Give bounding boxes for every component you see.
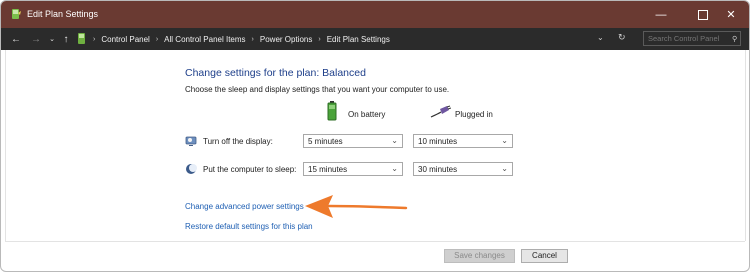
- restore-defaults-link[interactable]: Restore default settings for this plan: [185, 222, 313, 231]
- sleep-on-battery-select[interactable]: 15 minutes ⌄: [303, 162, 403, 176]
- sleep-moon-icon: [186, 164, 197, 174]
- column-on-battery: On battery: [348, 110, 386, 119]
- select-value: 15 minutes: [308, 165, 348, 174]
- content-border-right: [745, 50, 746, 241]
- save-changes-button[interactable]: Save changes: [444, 249, 515, 263]
- forward-arrow-icon[interactable]: →: [29, 32, 43, 46]
- address-dropdown-icon[interactable]: ⌄: [597, 33, 604, 42]
- chevron-down-icon[interactable]: ⌄: [45, 32, 59, 46]
- breadcrumb-item[interactable]: All Control Panel Items: [164, 35, 245, 44]
- up-arrow-icon[interactable]: ↑: [59, 32, 73, 46]
- display-on-battery-select[interactable]: 5 minutes ⌄: [303, 134, 403, 148]
- close-icon: ✕: [726, 9, 736, 21]
- chevron-down-icon: ⌄: [391, 164, 398, 173]
- page-description: Choose the sleep and display settings th…: [185, 85, 450, 94]
- breadcrumb-item[interactable]: Edit Plan Settings: [327, 35, 390, 44]
- minimize-icon: —: [655, 8, 667, 21]
- select-value: 30 minutes: [418, 165, 458, 174]
- annotation-arrow-icon: [305, 195, 408, 218]
- display-row-label: Turn off the display:: [203, 137, 273, 146]
- chevron-right-icon[interactable]: ›: [252, 36, 254, 43]
- page-title: Change settings for the plan: Balanced: [185, 67, 366, 79]
- sleep-plugged-in-select[interactable]: 30 minutes ⌄: [413, 162, 513, 176]
- sleep-row-label: Put the computer to sleep:: [203, 165, 297, 174]
- search-icon: ⚲: [732, 36, 738, 43]
- select-value: 10 minutes: [418, 137, 458, 146]
- breadcrumb: › Control Panel › All Control Panel Item…: [93, 33, 390, 45]
- display-plugged-in-select[interactable]: 10 minutes ⌄: [413, 134, 513, 148]
- address-bar: ← → ⌄ ↑ › Control Panel › All Control Pa…: [1, 28, 749, 50]
- chevron-down-icon: ⌄: [501, 136, 508, 145]
- maximize-icon: [698, 9, 708, 20]
- title-bar: Edit Plan Settings — ✕: [1, 1, 749, 28]
- refresh-icon[interactable]: ↻: [618, 32, 626, 43]
- back-arrow-icon[interactable]: ←: [9, 32, 23, 46]
- chevron-right-icon: ›: [93, 35, 96, 43]
- chevron-right-icon[interactable]: ›: [156, 36, 158, 43]
- content-border-left: [5, 50, 6, 241]
- chevron-down-icon: ⌄: [501, 164, 508, 173]
- power-options-icon: [12, 9, 21, 19]
- plug-icon: [430, 105, 451, 118]
- column-plugged-in: Plugged in: [455, 110, 493, 119]
- battery-icon: [327, 101, 337, 121]
- breadcrumb-item[interactable]: Power Options: [260, 35, 312, 44]
- breadcrumb-item[interactable]: Control Panel: [101, 35, 149, 44]
- display-icon: [185, 136, 197, 146]
- search-input[interactable]: [643, 31, 741, 46]
- chevron-right-icon[interactable]: ›: [318, 36, 320, 43]
- advanced-settings-link[interactable]: Change advanced power settings: [185, 202, 304, 211]
- window: Edit Plan Settings — ✕ ← → ⌄ ↑ › Control…: [0, 0, 750, 272]
- chevron-down-icon: ⌄: [391, 136, 398, 145]
- window-title: Edit Plan Settings: [27, 9, 99, 19]
- select-value: 5 minutes: [308, 137, 343, 146]
- footer-divider: [5, 241, 745, 242]
- close-button[interactable]: ✕: [713, 1, 749, 28]
- minimize-button[interactable]: —: [643, 1, 679, 28]
- control-panel-icon: [78, 33, 85, 44]
- cancel-button[interactable]: Cancel: [521, 249, 568, 263]
